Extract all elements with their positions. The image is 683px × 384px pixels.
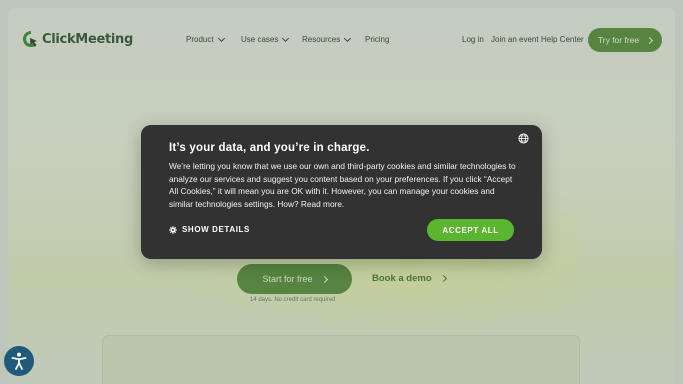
cookie-dialog-title: It’s your data, and you’re in charge. <box>169 142 370 154</box>
gear-icon <box>169 225 177 234</box>
chevron-right-icon <box>646 36 654 44</box>
login-label: Log in <box>462 35 484 44</box>
start-for-free-label: Start for free <box>262 274 313 284</box>
nav-resources-label: Resources <box>302 35 341 44</box>
book-demo-label: Book a demo <box>372 273 432 284</box>
nav-use-cases-label: Use cases <box>241 35 279 44</box>
join-event-label: Join an event <box>491 35 539 44</box>
accept-all-button[interactable]: ACCEPT ALL <box>427 219 514 241</box>
show-details-button[interactable]: SHOW DETAILS <box>169 225 250 234</box>
login-link[interactable]: Log in <box>462 35 484 44</box>
nav-pricing[interactable]: Pricing <box>365 35 389 44</box>
chevron-right-icon <box>439 274 447 283</box>
help-center-label: Help Center <box>541 35 584 44</box>
globe-icon[interactable] <box>518 133 529 144</box>
nav-use-cases[interactable]: Use cases <box>241 34 290 44</box>
trial-note: 14 days. No credit card required <box>250 297 336 303</box>
show-details-label: SHOW DETAILS <box>182 225 250 234</box>
try-for-free-button[interactable]: Try for free <box>588 28 662 52</box>
chevron-down-icon <box>217 34 225 42</box>
cookie-dialog-body: We’re letting you know that we use our o… <box>169 161 516 209</box>
clickmeeting-logo-icon <box>23 31 37 47</box>
nav-pricing-label: Pricing <box>365 35 390 44</box>
accessibility-icon <box>11 352 27 370</box>
nav-product[interactable]: Product <box>186 34 225 44</box>
chevron-down-icon <box>282 34 290 42</box>
nav-product-label: Product <box>186 35 214 44</box>
book-demo-link[interactable]: Book a demo <box>372 273 447 284</box>
chevron-down-icon <box>344 34 352 42</box>
brand-logo[interactable]: ClickMeeting <box>23 31 133 48</box>
brand-name: ClickMeeting <box>42 32 134 47</box>
accessibility-button[interactable] <box>4 346 34 376</box>
product-preview <box>102 335 580 384</box>
chevron-right-icon <box>320 275 328 283</box>
join-event-link[interactable]: Join an event <box>491 35 539 44</box>
try-for-free-label: Try for free <box>597 35 640 45</box>
help-center-link[interactable]: Help Center <box>541 35 584 44</box>
nav-resources[interactable]: Resources <box>302 34 352 44</box>
start-for-free-button[interactable]: Start for free <box>237 264 352 294</box>
cookie-consent-dialog: It’s your data, and you’re in charge. We… <box>141 125 542 259</box>
